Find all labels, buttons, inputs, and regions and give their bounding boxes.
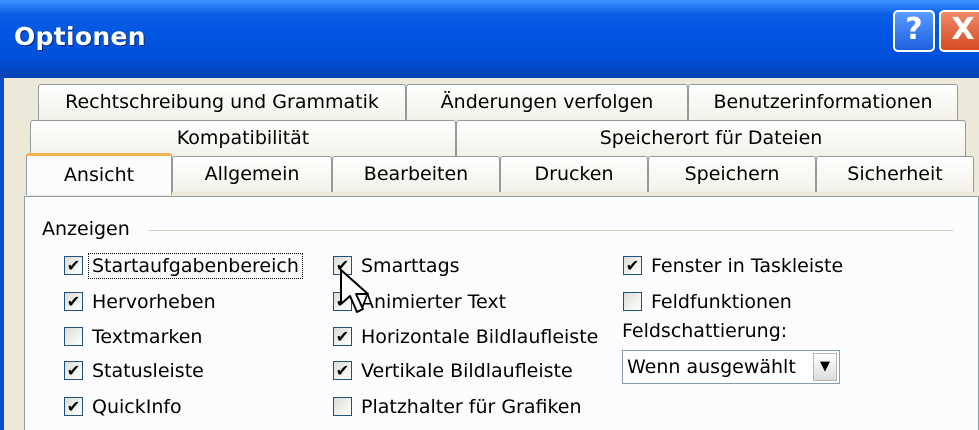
tab-rechtschreibung[interactable]: Rechtschreibung und Grammatik: [38, 84, 406, 120]
tab-speicherort[interactable]: Speicherort für Dateien: [456, 120, 966, 156]
tab-benutzerinformationen[interactable]: Benutzerinformationen: [688, 84, 958, 120]
checkbox-label: Feldfunktionen: [651, 291, 792, 313]
window-title: Optionen: [14, 22, 146, 51]
checkbox-label: Startaufgabenbereich: [88, 253, 303, 279]
checkmark-icon[interactable]: [623, 256, 642, 275]
tab-allgemein[interactable]: Allgemein: [172, 156, 332, 192]
window-border: [0, 78, 4, 430]
tab-speichern[interactable]: Speichern: [648, 156, 816, 192]
checkbox-label: Textmarken: [92, 326, 203, 348]
feldschattierung-select[interactable]: Wenn ausgewählt ▼: [622, 350, 840, 384]
checkmark-icon[interactable]: [333, 327, 352, 346]
arrow-cursor-icon: [340, 269, 369, 313]
close-button[interactable]: X: [939, 10, 979, 52]
checkbox-label: Animierter Text: [361, 291, 507, 313]
checkbox-label: QuickInfo: [92, 396, 182, 418]
checkmark-icon[interactable]: [333, 361, 352, 380]
tab-ansicht[interactable]: Ansicht: [26, 153, 172, 195]
checkmark-icon[interactable]: [64, 292, 83, 311]
checkbox-box[interactable]: [623, 292, 642, 311]
title-bar[interactable]: Optionen ? X: [0, 0, 979, 78]
checkbox-box[interactable]: [64, 327, 83, 346]
tab-sicherheit[interactable]: Sicherheit: [816, 156, 974, 192]
help-button[interactable]: ?: [893, 10, 935, 52]
group-label-anzeigen: Anzeigen: [42, 218, 136, 240]
tab-kompatibilitaet[interactable]: Kompatibilität: [30, 120, 456, 156]
checkbox-label: Horizontale Bildlaufleiste: [361, 326, 599, 348]
select-value: Wenn ausgewählt: [627, 356, 796, 378]
tab-drucken[interactable]: Drucken: [500, 156, 648, 192]
checkbox-box[interactable]: [333, 397, 352, 416]
checkbox-label: Hervorheben: [92, 291, 216, 313]
tab-aenderungen-verfolgen[interactable]: Änderungen verfolgen: [406, 84, 688, 120]
checkbox-label: Statusleiste: [92, 360, 204, 382]
checkmark-icon[interactable]: [64, 256, 83, 275]
checkmark-icon[interactable]: [64, 397, 83, 416]
tab-bearbeiten[interactable]: Bearbeiten: [332, 156, 500, 192]
checkmark-icon[interactable]: [64, 361, 83, 380]
checkbox-label: Platzhalter für Grafiken: [361, 396, 582, 418]
group-divider: [148, 230, 953, 231]
chevron-down-icon[interactable]: ▼: [813, 353, 837, 381]
feldschattierung-label: Feldschattierung:: [622, 320, 788, 342]
options-dialog: Optionen ? X Rechtschreibung und Grammat…: [0, 0, 979, 430]
checkbox-label: Fenster in Taskleiste: [651, 255, 844, 277]
checkbox-label: Vertikale Bildlaufleiste: [361, 360, 573, 382]
